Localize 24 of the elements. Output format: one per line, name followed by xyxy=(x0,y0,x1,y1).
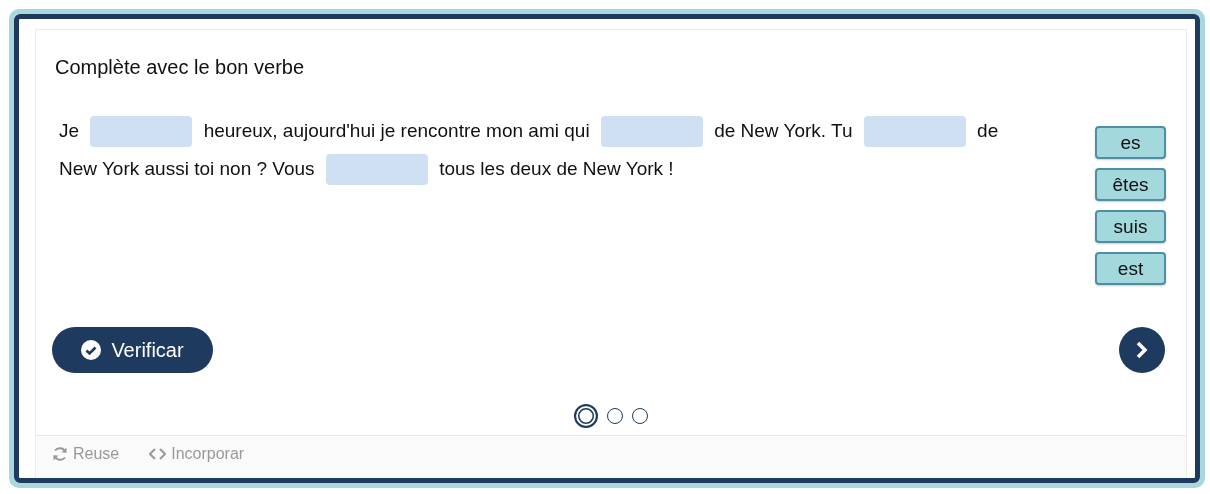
chevron-right-icon xyxy=(1135,341,1149,359)
drop-field[interactable] xyxy=(90,116,193,148)
sentence-text: tous les deux de New York ! xyxy=(439,158,674,179)
next-button[interactable] xyxy=(1119,327,1165,373)
page-dot[interactable] xyxy=(574,404,598,428)
check-button[interactable]: Verificar xyxy=(52,327,213,373)
sentence-text: New York aussi toi non ? Vous xyxy=(59,158,315,179)
check-circle-icon xyxy=(81,340,102,360)
question-title: Complète avec le bon verbe xyxy=(55,55,306,80)
word-tile[interactable]: es xyxy=(1095,126,1166,159)
page-dot[interactable] xyxy=(632,408,648,424)
sentence-text: Je xyxy=(59,120,80,141)
refresh-icon xyxy=(52,446,68,462)
drop-field[interactable] xyxy=(863,116,966,148)
word-tile[interactable]: êtes xyxy=(1095,168,1166,201)
page-dot[interactable] xyxy=(607,408,623,424)
sentence-text: de xyxy=(977,120,999,141)
code-icon xyxy=(149,448,167,460)
drop-field[interactable] xyxy=(325,154,428,186)
word-tile[interactable]: est xyxy=(1095,252,1166,285)
sentence-text: heureux, aujourd'hui je rencontre mon ami qui xyxy=(203,120,590,141)
word-tile[interactable]: suis xyxy=(1095,210,1166,243)
sentence-text: de New York. Tu xyxy=(714,120,853,141)
drop-field[interactable] xyxy=(600,116,703,148)
